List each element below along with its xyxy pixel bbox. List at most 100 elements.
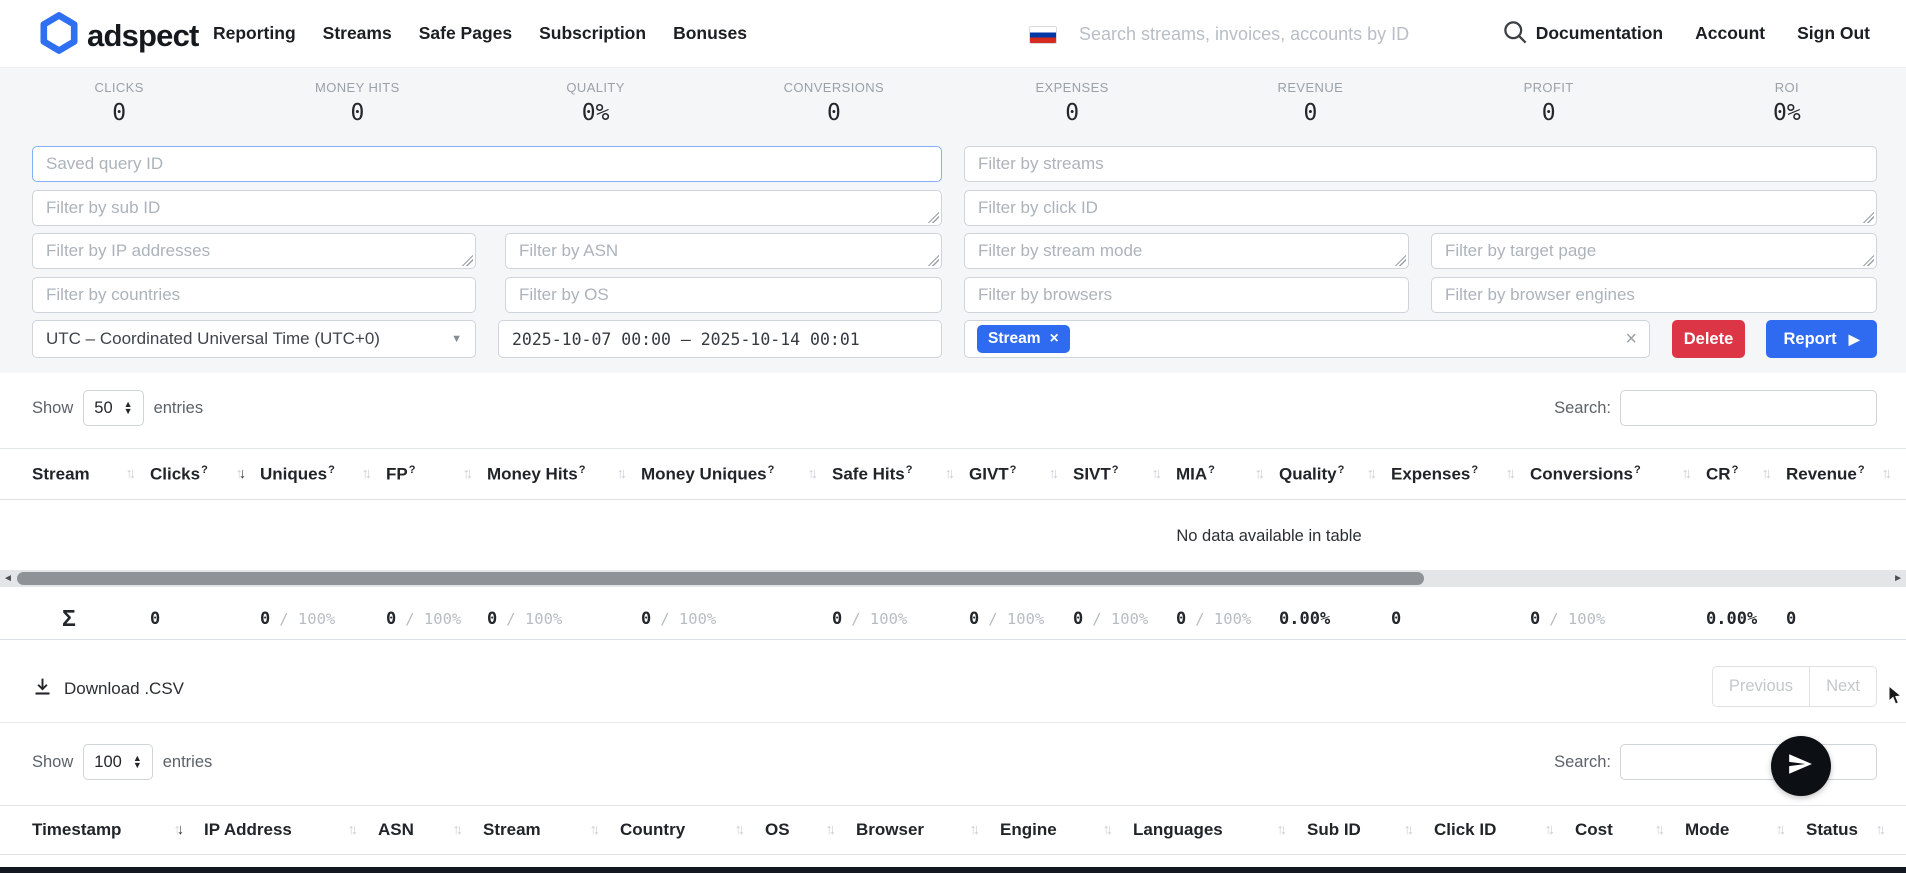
next-page-button[interactable]: Next xyxy=(1809,666,1877,707)
stat-revenue: REVENUE0 xyxy=(1191,80,1429,126)
horizontal-scrollbar[interactable]: ◄ ► xyxy=(0,570,1906,587)
sort-icon: ↑↓ xyxy=(126,466,137,482)
download-csv-link[interactable]: Download .CSV xyxy=(32,676,184,702)
language-flag-ru-icon[interactable] xyxy=(1029,26,1057,44)
report-button[interactable]: Report ▶ xyxy=(1766,320,1877,358)
column-header-conversions[interactable]: Conversions?↑↓ xyxy=(1530,464,1706,485)
column-header-cost[interactable]: Cost↑↓ xyxy=(1575,820,1685,840)
timezone-select[interactable]: UTC – Coordinated Universal Time (UTC+0)… xyxy=(32,320,476,358)
table2-page-size-select[interactable]: 100 ▲▼ xyxy=(83,744,152,780)
column-header-safe-hits[interactable]: Safe Hits?↑↓ xyxy=(832,464,969,485)
nav-item-documentation[interactable]: Documentation xyxy=(1536,23,1663,44)
column-header-revenue[interactable]: Revenue?↑↓ xyxy=(1786,464,1906,485)
sort-icon: ↑↓ xyxy=(945,466,956,482)
totals-money-hits: 0/ 100% xyxy=(487,609,641,629)
column-header-asn[interactable]: ASN↑↓ xyxy=(378,820,483,840)
sort-icon: ↑↓ xyxy=(1655,822,1666,838)
nav-item-subscription[interactable]: Subscription xyxy=(539,23,646,44)
clear-multiselect-icon[interactable]: × xyxy=(1625,329,1637,349)
delete-button[interactable]: Delete xyxy=(1672,320,1745,358)
scrollbar-thumb[interactable] xyxy=(17,572,1424,585)
totals-givt: 0/ 100% xyxy=(969,609,1073,629)
stream-tag[interactable]: Stream × xyxy=(977,325,1070,353)
saved-query-id-input[interactable] xyxy=(32,146,942,182)
column-header-givt[interactable]: GIVT?↑↓ xyxy=(969,464,1073,485)
previous-page-button[interactable]: Previous xyxy=(1712,666,1810,707)
filter-click-id-textarea[interactable]: Filter by click ID xyxy=(964,190,1877,226)
nav-item-streams[interactable]: Streams xyxy=(323,23,392,44)
column-header-stream[interactable]: Stream↑↓ xyxy=(32,464,150,485)
column-header-status[interactable]: Status↑↓ xyxy=(1806,820,1906,840)
adspect-reporting-page: adspect Reporting Streams Safe Pages Sub… xyxy=(0,0,1906,873)
column-header-os[interactable]: OS↑↓ xyxy=(765,820,856,840)
search-icon[interactable] xyxy=(1502,19,1529,51)
filter-os-input[interactable] xyxy=(505,277,942,313)
column-header-clicks[interactable]: Clicks?↑↓ xyxy=(150,464,260,485)
column-header-languages[interactable]: Languages↑↓ xyxy=(1133,820,1307,840)
totals-fp: 0/ 100% xyxy=(386,609,487,629)
sort-icon: ↑↓ xyxy=(1367,466,1378,482)
table1-page-size-select[interactable]: 50 ▲▼ xyxy=(83,390,143,426)
column-header-mode[interactable]: Mode↑↓ xyxy=(1685,820,1806,840)
filter-browser-engines-input[interactable] xyxy=(1431,277,1877,313)
column-header-money-hits[interactable]: Money Hits?↑↓ xyxy=(487,464,641,485)
column-header-stream2[interactable]: Stream↑↓ xyxy=(483,820,620,840)
table1-pagination: Previous Next xyxy=(1712,666,1877,707)
filter-stream-mode-textarea[interactable]: Filter by stream mode xyxy=(964,233,1409,269)
nav-item-reporting[interactable]: Reporting xyxy=(213,23,296,44)
sort-icon: ↑↓ xyxy=(174,822,185,838)
nav-item-sign-out[interactable]: Sign Out xyxy=(1797,23,1870,44)
column-header-cr[interactable]: CR?↑↓ xyxy=(1706,464,1786,485)
table1-body: No data available in table xyxy=(0,500,1906,558)
filter-asn-textarea[interactable]: Filter by ASN xyxy=(505,233,942,269)
column-header-uniques[interactable]: Uniques?↑↓ xyxy=(260,464,386,485)
column-header-timestamp[interactable]: Timestamp↑↓ xyxy=(32,820,204,840)
sort-icon: ↑↓ xyxy=(1506,466,1517,482)
bottom-bar xyxy=(0,867,1906,873)
filter-browsers-input[interactable] xyxy=(964,277,1409,313)
scroll-right-icon[interactable]: ► xyxy=(1893,573,1903,584)
spinner-icon: ▲▼ xyxy=(124,401,133,415)
column-header-quality[interactable]: Quality?↑↓ xyxy=(1279,464,1391,485)
global-search-input[interactable] xyxy=(1077,16,1491,52)
nav-item-bonuses[interactable]: Bonuses xyxy=(673,23,747,44)
filter-ip-addresses-textarea[interactable]: Filter by IP addresses xyxy=(32,233,476,269)
column-header-browser[interactable]: Browser↑↓ xyxy=(856,820,1000,840)
telegram-button[interactable] xyxy=(1771,736,1831,796)
stat-roi: ROI0% xyxy=(1668,80,1906,126)
nav-item-safe-pages[interactable]: Safe Pages xyxy=(419,23,512,44)
filter-streams-input[interactable] xyxy=(964,146,1877,182)
column-header-sub-id[interactable]: Sub ID↑↓ xyxy=(1307,820,1434,840)
column-header-fp[interactable]: FP?↑↓ xyxy=(386,464,487,485)
totals-safe-hits: 0/ 100% xyxy=(832,609,969,629)
table2-search-input[interactable] xyxy=(1620,744,1877,780)
totals-money-uniques: 0/ 100% xyxy=(641,609,832,629)
filter-target-page-textarea[interactable]: Filter by target page xyxy=(1431,233,1877,269)
table1-search-input[interactable] xyxy=(1620,390,1877,426)
nav-item-account[interactable]: Account xyxy=(1695,23,1765,44)
totals-quality: 0.00% xyxy=(1279,609,1391,629)
stat-money-hits: MONEY HITS0 xyxy=(238,80,476,126)
column-header-mia[interactable]: MIA?↑↓ xyxy=(1176,464,1279,485)
brand-logo[interactable]: adspect xyxy=(40,12,199,59)
group-by-multiselect[interactable]: Stream × × xyxy=(964,320,1650,358)
remove-tag-icon[interactable]: × xyxy=(1050,330,1059,348)
filter-countries-input[interactable] xyxy=(32,277,476,313)
column-header-money-uniques[interactable]: Money Uniques?↑↓ xyxy=(641,464,832,485)
stat-conversions: CONVERSIONS0 xyxy=(715,80,953,126)
sort-icon: ↑↓ xyxy=(1049,466,1060,482)
scroll-left-icon[interactable]: ◄ xyxy=(3,573,13,584)
column-header-click-id[interactable]: Click ID↑↓ xyxy=(1434,820,1575,840)
column-header-sivt[interactable]: SIVT?↑↓ xyxy=(1073,464,1176,485)
sort-icon: ↑↓ xyxy=(1876,822,1887,838)
filter-sub-id-textarea[interactable]: Filter by sub ID xyxy=(32,190,942,226)
column-header-expenses[interactable]: Expenses?↑↓ xyxy=(1391,464,1530,485)
column-header-country[interactable]: Country↑↓ xyxy=(620,820,765,840)
date-range-input[interactable] xyxy=(498,320,942,358)
table2-header: Timestamp↑↓ IP Address↑↓ ASN↑↓ Stream↑↓ … xyxy=(0,805,1906,855)
table2-length-control: Show 100 ▲▼ entries xyxy=(32,744,212,780)
table1-length-control: Show 50 ▲▼ entries xyxy=(32,390,203,426)
column-header-ip-address[interactable]: IP Address↑↓ xyxy=(204,820,378,840)
totals-revenue: 0 xyxy=(1786,609,1906,629)
column-header-engine[interactable]: Engine↑↓ xyxy=(1000,820,1133,840)
